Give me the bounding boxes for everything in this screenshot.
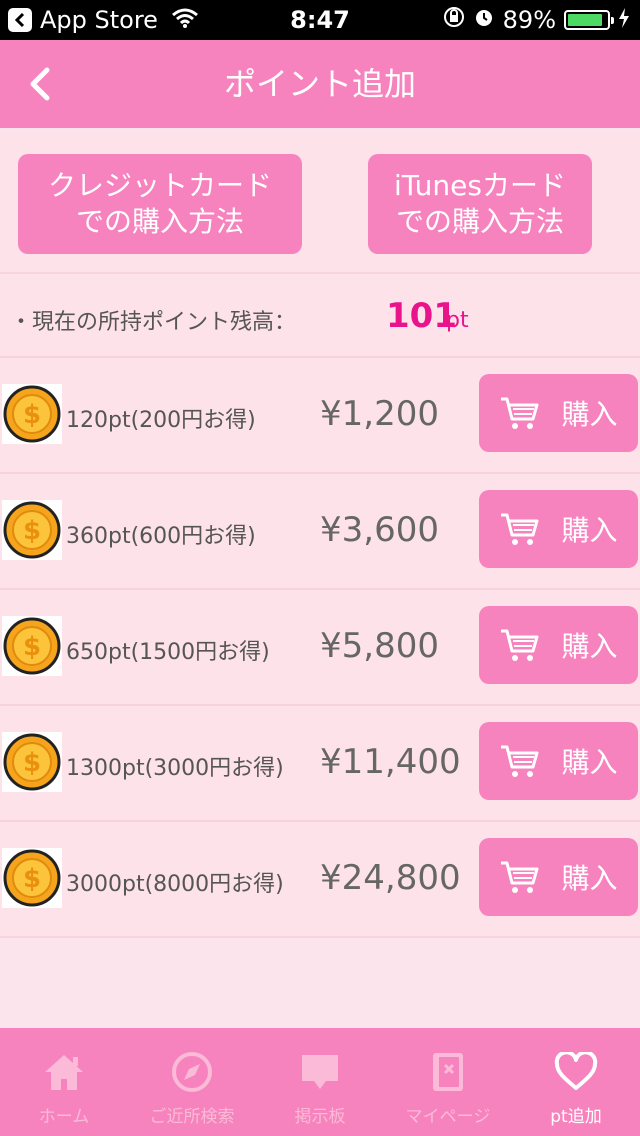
cart-icon	[501, 861, 539, 893]
back-to-app-icon[interactable]	[8, 8, 32, 32]
battery-icon	[564, 10, 614, 30]
back-to-app-label[interactable]: App Store	[40, 6, 158, 34]
item-label: 360pt(600円お得)	[66, 524, 256, 549]
svg-text:$: $	[23, 748, 41, 778]
item-label: 3000pt(8000円お得)	[66, 872, 284, 897]
item-label: 1300pt(3000円お得)	[66, 756, 284, 781]
item-label: 650pt(1500円お得)	[66, 640, 270, 665]
chevron-left-icon	[30, 67, 50, 101]
buy-button-label: 購入	[561, 746, 618, 779]
list-item: $ 1300pt(3000円お得) ¥11,400 購入	[0, 706, 640, 822]
tab-label: pt追加	[550, 1107, 602, 1127]
buy-button[interactable]: 購入	[479, 838, 638, 916]
itunes-card-method-line1: iTunesカード	[394, 169, 566, 202]
itunes-card-method-line2: での購入方法	[395, 205, 564, 238]
item-price: ¥5,800	[320, 626, 439, 666]
buy-button[interactable]: 購入	[479, 490, 638, 568]
item-price: ¥3,600	[320, 510, 439, 550]
tab-label: 掲示板	[294, 1107, 346, 1127]
tab-label: マイページ	[405, 1107, 491, 1127]
cart-icon	[501, 397, 539, 429]
purchase-method-section: クレジットカード での購入方法 iTunesカード での購入方法	[0, 134, 640, 274]
notebook-icon	[430, 1050, 466, 1094]
itunes-card-method-button[interactable]: iTunesカード での購入方法	[368, 154, 592, 254]
tab-label: ご近所検索	[149, 1107, 235, 1127]
credit-card-method-line2: での購入方法	[75, 205, 244, 238]
tab-bar: ホーム ご近所検索 掲示板 マイページ pt追加	[0, 1028, 640, 1136]
tab-bulletin-board[interactable]: 掲示板	[256, 1028, 384, 1136]
coin-icon: $	[2, 384, 62, 444]
balance-unit: pt	[446, 308, 469, 333]
item-price: ¥1,200	[320, 394, 439, 434]
speech-bubble-icon	[299, 1050, 341, 1094]
credit-card-method-line1: クレジットカード	[47, 169, 272, 202]
balance-label: ・現在の所持ポイント残高：	[10, 310, 297, 335]
credit-card-method-button[interactable]: クレジットカード での購入方法	[18, 154, 302, 254]
tab-home[interactable]: ホーム	[0, 1028, 128, 1136]
rotation-lock-icon	[443, 6, 465, 34]
item-price: ¥24,800	[320, 858, 461, 898]
svg-text:$: $	[23, 864, 41, 894]
heart-icon	[554, 1050, 598, 1094]
status-bar: App Store 8:47 89%	[0, 0, 640, 40]
nav-bar: ポイント追加	[0, 40, 640, 128]
tab-nearby-search[interactable]: ご近所検索	[128, 1028, 256, 1136]
coin-icon: $	[2, 616, 62, 676]
coin-icon: $	[2, 500, 62, 560]
coin-icon: $	[2, 848, 62, 908]
list-item: $ 3000pt(8000円お得) ¥24,800 購入	[0, 822, 640, 938]
cart-icon	[501, 513, 539, 545]
page-title: ポイント追加	[223, 65, 416, 103]
wifi-icon	[171, 6, 198, 34]
buy-button[interactable]: 購入	[479, 374, 638, 452]
home-icon	[42, 1050, 86, 1094]
tab-add-points[interactable]: pt追加	[512, 1028, 640, 1136]
compass-icon	[171, 1050, 213, 1094]
list-item: $ 120pt(200円お得) ¥1,200 購入	[0, 358, 640, 474]
item-price: ¥11,400	[320, 742, 461, 782]
list-item: $ 360pt(600円お得) ¥3,600 購入	[0, 474, 640, 590]
item-label: 120pt(200円お得)	[66, 408, 256, 433]
tab-label: ホーム	[38, 1107, 90, 1127]
cart-icon	[501, 745, 539, 777]
svg-text:$: $	[23, 632, 41, 662]
point-package-list: $ 120pt(200円お得) ¥1,200 購入 $ 360pt(600円お得…	[0, 358, 640, 938]
buy-button-label: 購入	[561, 514, 618, 547]
buy-button[interactable]: 購入	[479, 722, 638, 800]
buy-button[interactable]: 購入	[479, 606, 638, 684]
buy-button-label: 購入	[561, 630, 618, 663]
cart-icon	[501, 629, 539, 661]
alarm-icon	[473, 6, 495, 34]
charging-icon	[618, 6, 630, 34]
list-item: $ 650pt(1500円お得) ¥5,800 購入	[0, 590, 640, 706]
battery-percent: 89%	[502, 6, 556, 34]
buy-button-label: 購入	[561, 398, 618, 431]
back-button[interactable]	[16, 58, 64, 110]
svg-text:$: $	[23, 400, 41, 430]
svg-text:$: $	[23, 516, 41, 546]
buy-button-label: 購入	[561, 862, 618, 895]
balance-row: ・現在の所持ポイント残高： 101 pt	[0, 276, 640, 358]
coin-icon: $	[2, 732, 62, 792]
tab-my-page[interactable]: マイページ	[384, 1028, 512, 1136]
